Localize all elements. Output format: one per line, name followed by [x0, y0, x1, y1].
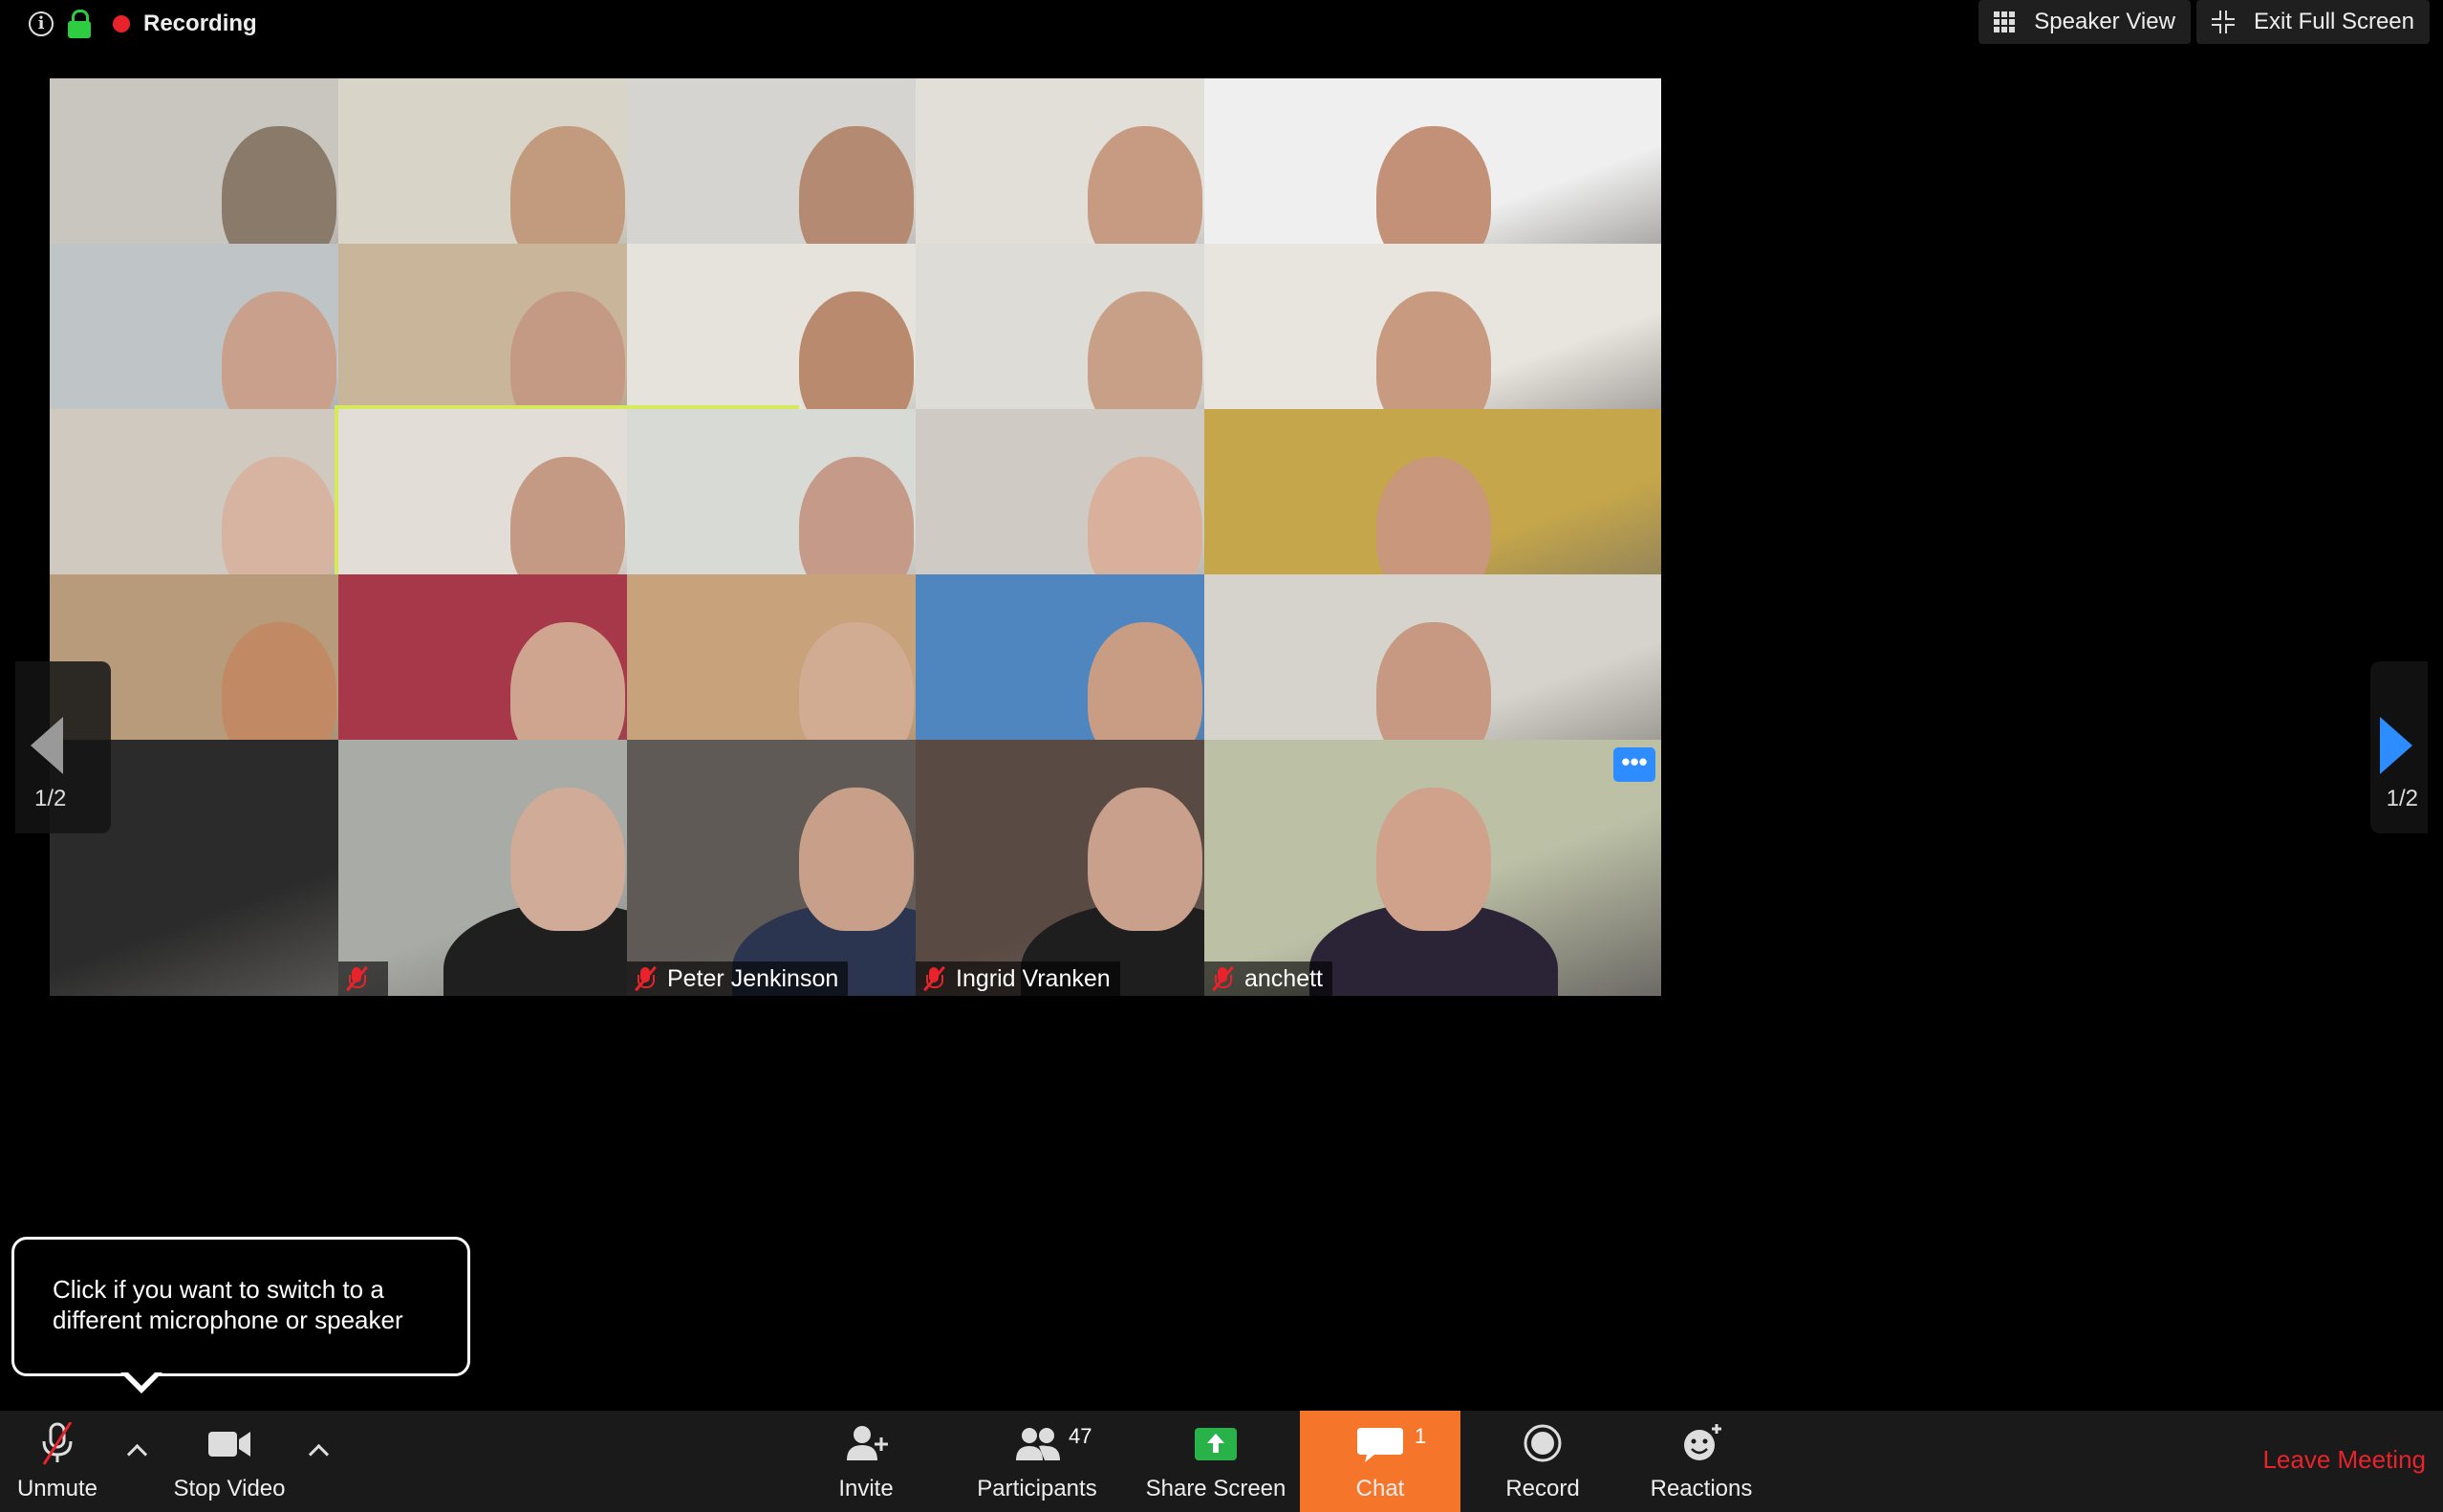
participant-name: Peter Jenkinson: [667, 964, 839, 992]
add-person-icon: [847, 1426, 888, 1460]
microphone-muted-icon: [923, 965, 945, 992]
share-screen-icon: [1195, 1428, 1237, 1460]
participants-count: 47: [1069, 1424, 1092, 1448]
participant-name-tag: anchett: [1204, 961, 1333, 996]
reactions-button[interactable]: Reactions: [1644, 1411, 1759, 1512]
meeting-toolbar: Unmute Stop Video Invite Participants 47: [0, 1411, 2443, 1512]
more-options-icon[interactable]: •••: [1613, 747, 1655, 782]
arrow-right-icon: [2380, 717, 2412, 774]
video-camera-icon: [208, 1432, 250, 1457]
participant-name-tag: Ingrid Vranken: [916, 961, 1120, 996]
video-grid: martinka bobrikovajorisjanssensjessicahu…: [50, 78, 2389, 1411]
record-label: Record: [1505, 1476, 1580, 1501]
microphone-muted-icon: [1212, 965, 1234, 992]
participants-icon: [1016, 1428, 1060, 1460]
participant-name: Ingrid Vranken: [956, 964, 1111, 992]
participant-name: anchett: [1244, 964, 1324, 992]
info-icon[interactable]: i: [29, 11, 54, 36]
microphone-muted-icon: [346, 965, 368, 992]
stop-video-button[interactable]: Stop Video: [164, 1411, 294, 1512]
chat-bubble-icon: [1357, 1428, 1403, 1462]
arrow-left-icon: [31, 717, 63, 774]
exit-fullscreen-label: Exit Full Screen: [2253, 9, 2414, 34]
tooltip-text: Click if you want to switch to a differe…: [53, 1275, 403, 1334]
record-icon: [1524, 1424, 1562, 1462]
speaker-view-label: Speaker View: [2034, 9, 2175, 34]
reactions-label: Reactions: [1650, 1476, 1753, 1501]
page-indicator-right: 1/2: [2386, 786, 2418, 811]
audio-tooltip: Click if you want to switch to a differe…: [11, 1237, 470, 1376]
page-indicator-left: 1/2: [34, 786, 67, 811]
lock-icon[interactable]: [67, 10, 92, 38]
meeting-status: i Recording: [29, 6, 257, 42]
video-options-chevron-icon[interactable]: [308, 1439, 329, 1460]
recording-dot-icon: [113, 15, 130, 32]
unmute-button[interactable]: Unmute: [10, 1411, 105, 1512]
next-page-button[interactable]: 1/2: [2370, 661, 2428, 833]
share-screen-label: Share Screen: [1145, 1476, 1286, 1501]
top-bar: i Recording Speaker View Exit Full Scree…: [0, 0, 2443, 48]
participants-button[interactable]: Participants 47: [965, 1411, 1109, 1512]
invite-label: Invite: [838, 1476, 894, 1501]
exit-fullscreen-button[interactable]: Exit Full Screen: [2195, 0, 2430, 44]
unmute-label: Unmute: [16, 1476, 98, 1501]
microphone-muted-icon: [635, 965, 657, 992]
chat-unread-badge: 1: [1415, 1424, 1427, 1448]
speaker-view-button[interactable]: Speaker View: [1978, 0, 2191, 44]
grid-icon: [1994, 11, 2016, 32]
participant-name-tag: [338, 961, 388, 996]
participant-tile[interactable]: anchett •••: [1204, 740, 1661, 996]
previous-page-button[interactable]: 1/2: [15, 661, 111, 833]
recording-label: Recording: [143, 11, 257, 36]
exit-fullscreen-icon: [2211, 11, 2235, 33]
smiley-add-icon: [1684, 1424, 1721, 1460]
leave-meeting-button[interactable]: Leave Meeting: [2262, 1445, 2426, 1475]
record-button[interactable]: Record: [1497, 1411, 1589, 1512]
chat-button[interactable]: Chat 1: [1300, 1411, 1460, 1512]
participant-name-tag: Peter Jenkinson: [627, 961, 849, 996]
audio-options-chevron-icon[interactable]: [126, 1439, 147, 1460]
share-screen-button[interactable]: Share Screen: [1143, 1411, 1288, 1512]
chat-label: Chat: [1355, 1476, 1405, 1501]
microphone-muted-icon: [42, 1422, 73, 1465]
participants-label: Participants: [977, 1476, 1097, 1501]
invite-button[interactable]: Invite: [820, 1411, 912, 1512]
stop-video-label: Stop Video: [173, 1476, 286, 1501]
